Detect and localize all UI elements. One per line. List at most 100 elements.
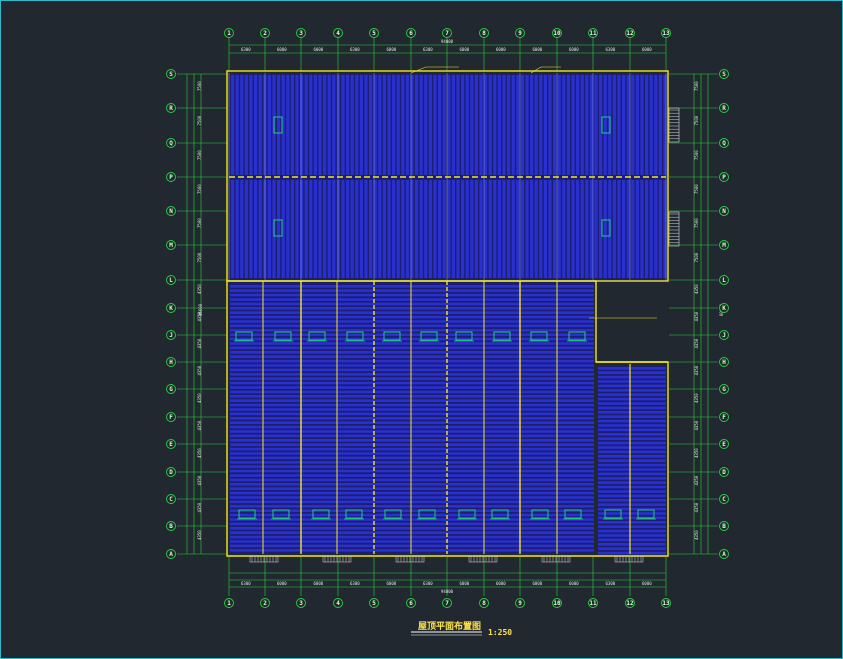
lower-roof-panel <box>230 364 594 367</box>
upper-roof-panel <box>433 180 437 278</box>
upper-roof-panel <box>566 180 570 278</box>
upper-roof-panel <box>557 180 561 278</box>
upper-roof-panel <box>461 180 465 278</box>
row-bubble-right-label: P <box>722 174 726 181</box>
upper-roof-panel <box>617 75 621 175</box>
lower-roof-panel <box>230 333 594 336</box>
column-bubble-bottom-label: 13 <box>662 600 670 607</box>
annex-roof-panel <box>598 450 666 454</box>
column-bubble-top-label: 7 <box>445 30 449 37</box>
annex-roof-panel <box>598 393 666 396</box>
upper-roof-panel <box>387 75 391 175</box>
dimension-text: 6000 <box>314 581 324 586</box>
annex-roof-panel <box>598 499 666 502</box>
lower-roof-panel <box>230 425 594 429</box>
lower-roof-panel <box>230 527 594 530</box>
row-bubble-left: L <box>166 275 176 285</box>
annex-roof-panel <box>598 406 666 410</box>
row-bubble-right-label: J <box>722 332 726 339</box>
column-bubble-bottom-label: 10 <box>553 600 561 607</box>
column-bubble-bottom-label: 2 <box>263 600 267 607</box>
upper-roof-panel <box>258 75 262 175</box>
dimension-total-top: 94000 <box>441 39 454 44</box>
row-bubble-left: S <box>166 69 176 79</box>
upper-roof-panel <box>424 180 428 278</box>
dimension-text: 7500 <box>694 218 699 228</box>
upper-roof-panel <box>617 180 621 278</box>
upper-roof-panel <box>346 180 350 278</box>
title-block: 屋顶平面布置图 1:250 <box>411 620 512 637</box>
row-bubble-right: Q <box>719 138 729 148</box>
annex-roof-panel <box>598 446 666 449</box>
upper-roof-panel <box>571 180 575 278</box>
upper-roof-panel <box>304 180 308 278</box>
upper-roof-panel <box>493 180 497 278</box>
lower-roof-panel <box>230 531 594 534</box>
lower-roof-panel <box>230 518 594 521</box>
upper-roof-panel <box>534 180 538 278</box>
upper-roof-panel <box>576 180 580 278</box>
upper-roof-panel <box>566 75 570 175</box>
dimension-text: 7500 <box>197 150 202 160</box>
annex-roof-panel <box>598 551 666 555</box>
column-bubble-bottom: 5 <box>369 598 379 608</box>
upper-roof-panel <box>332 75 336 175</box>
dimension-text: 7500 <box>694 150 699 160</box>
annex-roof-fill <box>597 365 666 553</box>
row-bubble-left: M <box>166 240 176 250</box>
upper-roof-panel <box>235 180 239 278</box>
column-bubble-bottom: 10 <box>552 598 562 608</box>
lower-roof-panel <box>230 390 594 394</box>
lower-roof-panel <box>230 311 594 314</box>
upper-roof-panel <box>364 75 368 175</box>
upper-roof-panel <box>511 75 515 175</box>
upper-roof-panel <box>557 75 561 175</box>
upper-roof-panel <box>640 75 644 175</box>
row-bubble-right-label: H <box>722 359 726 366</box>
upper-roof-panel <box>451 75 455 175</box>
upper-roof-panel <box>300 180 304 278</box>
lower-roof-panel <box>230 465 594 468</box>
lower-roof-panel <box>230 469 594 473</box>
cad-viewport[interactable]: 6300 6000 6000 6300 6000 6300 6000 6000 6000 6000… <box>0 0 843 659</box>
column-bubble-top: 8 <box>479 28 489 38</box>
upper-roof-panel <box>470 180 474 278</box>
lower-roof-panel <box>230 522 594 526</box>
column-bubble-bottom: 2 <box>260 598 270 608</box>
upper-roof-panel <box>497 75 501 175</box>
upper-roof-panel <box>341 75 345 175</box>
upper-roof-panel <box>470 75 474 175</box>
upper-roof-panel <box>277 75 281 175</box>
dimension-text: 4350 <box>197 448 202 458</box>
column-bubble-top-label: 5 <box>372 30 376 37</box>
column-bubble-top: 6 <box>406 28 416 38</box>
upper-roof-panel <box>488 180 492 278</box>
upper-roof-panel <box>277 180 281 278</box>
upper-roof-panel <box>622 75 626 175</box>
upper-roof-panel <box>267 75 271 175</box>
upper-roof-panel <box>474 180 478 278</box>
upper-roof-panel <box>327 75 331 175</box>
dimension-text: 7500 <box>197 218 202 228</box>
row-bubble-right-label: N <box>722 208 726 215</box>
lower-roof-panel <box>230 289 594 292</box>
upper-roof-panel <box>419 75 423 175</box>
upper-roof-panel <box>649 75 653 175</box>
leader-line <box>410 66 459 74</box>
column-bubble-top: 1 <box>224 28 234 38</box>
row-bubble-right-label: D <box>722 469 726 476</box>
row-bubble-left: J <box>166 330 176 340</box>
upper-roof-panel <box>658 180 662 278</box>
dimension-text: 4350 <box>694 393 699 403</box>
dimension-text: 4350 <box>197 420 202 430</box>
dimension-text: 6000 <box>277 47 287 52</box>
lower-roof-panel <box>230 430 594 433</box>
lower-roof-panel <box>230 346 594 350</box>
row-bubble-left-label: Q <box>169 140 173 147</box>
row-bubble-left-label: E <box>169 441 173 448</box>
upper-roof-panel <box>553 180 557 278</box>
row-bubble-left-label: J <box>169 332 173 339</box>
upper-roof-panel <box>631 180 635 278</box>
row-bubble-left: P <box>166 172 176 182</box>
lower-roof-panel <box>230 491 594 495</box>
